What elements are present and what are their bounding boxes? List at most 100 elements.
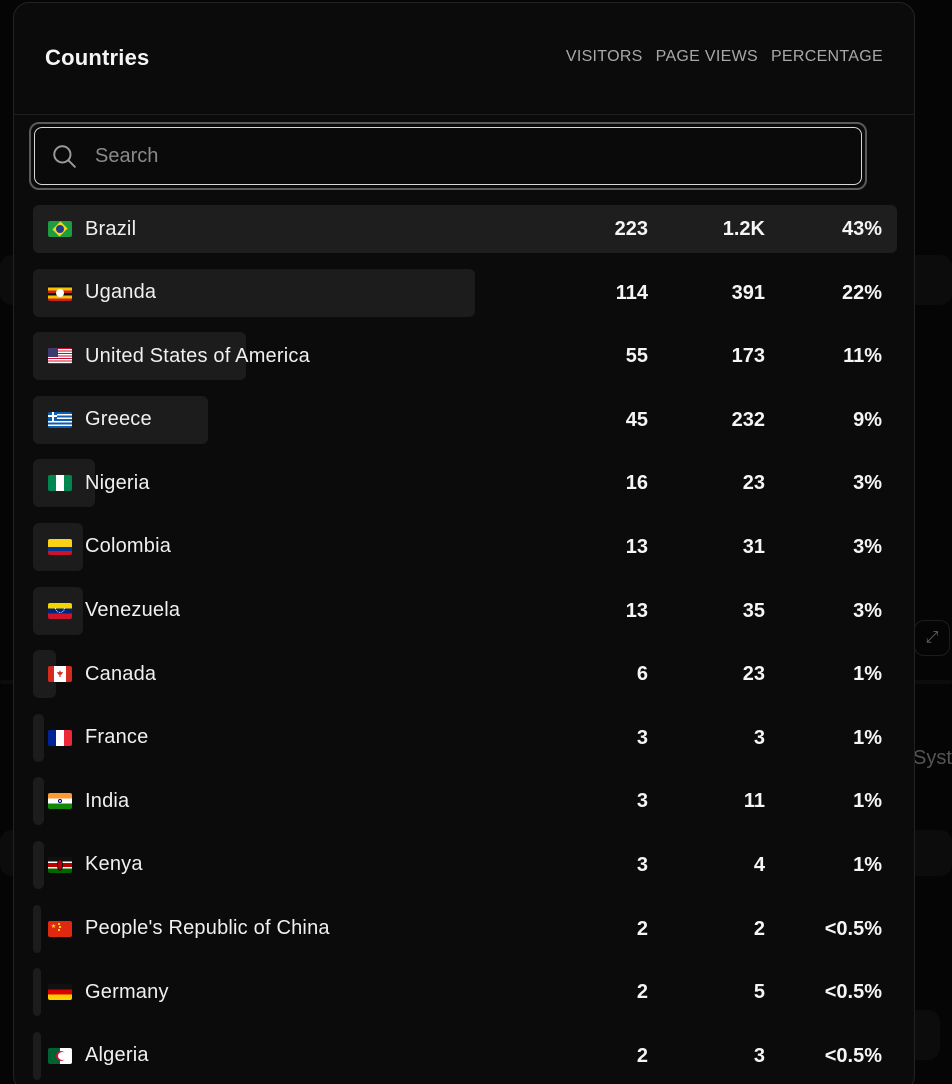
fr-flag-icon xyxy=(48,729,72,746)
row-content: Canada 6 23 1% xyxy=(33,650,897,698)
country-name: United States of America xyxy=(85,344,310,367)
visitors-value: 3 xyxy=(636,790,648,813)
column-header-visitors: VISITORS xyxy=(565,48,643,65)
modal-title: Countries xyxy=(45,45,150,70)
row-content: Kenya 3 4 1% xyxy=(33,841,897,889)
us-flag-icon xyxy=(48,348,72,365)
row-content: People's Republic of China 2 2 <0.5% xyxy=(33,905,897,953)
country-row[interactable]: Brazil 223 1.2K 43% xyxy=(33,205,897,269)
ve-flag-icon xyxy=(48,602,72,619)
page-views-value: 1.2K xyxy=(722,218,765,240)
percentage-value: 1% xyxy=(853,726,882,749)
country-row[interactable]: India 3 11 1% xyxy=(33,777,897,841)
country-name: Kenya xyxy=(85,853,143,876)
visitors-value: 223 xyxy=(614,218,648,240)
percentage-value: 1% xyxy=(853,663,882,686)
search-box[interactable] xyxy=(34,127,862,185)
percentage-value: 9% xyxy=(853,408,882,431)
country-name: Algeria xyxy=(85,1044,149,1067)
ca-flag-icon xyxy=(48,666,72,683)
countries-modal: Countries VISITORS PAGE VIEWS PERCENTAGE… xyxy=(13,2,915,1084)
row-content: Uganda 114 391 22% xyxy=(33,269,897,317)
co-flag-icon xyxy=(48,538,72,555)
row-content: Greece 45 232 9% xyxy=(33,396,897,444)
country-row[interactable]: United States of America 55 173 11% xyxy=(33,332,897,396)
country-name: Canada xyxy=(85,662,157,685)
country-row[interactable]: Canada 6 23 1% xyxy=(33,650,897,714)
country-row[interactable]: People's Republic of China 2 2 <0.5% xyxy=(33,904,897,969)
visitors-value: 3 xyxy=(636,726,648,749)
page-views-value: 31 xyxy=(742,535,765,558)
percentage-value: 43% xyxy=(841,218,882,240)
country-name: Nigeria xyxy=(85,471,150,494)
visitors-value: 6 xyxy=(636,663,648,686)
percentage-value: 22% xyxy=(841,281,882,304)
row-content: Germany 2 5 <0.5% xyxy=(33,968,897,1016)
page-views-value: 23 xyxy=(742,663,765,686)
country-row[interactable]: Nigeria 16 23 3% xyxy=(33,459,897,523)
modal-header: Countries VISITORS PAGE VIEWS PERCENTAGE xyxy=(14,3,914,115)
page-views-value: 232 xyxy=(731,408,765,431)
in-flag-icon xyxy=(48,793,72,810)
ng-flag-icon xyxy=(48,475,72,492)
visitors-value: 2 xyxy=(636,1044,648,1067)
ke-flag-icon xyxy=(48,856,72,873)
row-content: France 3 3 1% xyxy=(33,714,897,762)
percentage-value: <0.5% xyxy=(824,1044,882,1067)
percentage-value: 1% xyxy=(853,790,882,813)
country-row[interactable]: Algeria 2 3 <0.5% xyxy=(33,1031,897,1084)
page-views-value: 3 xyxy=(753,1044,765,1067)
page-views-value: 173 xyxy=(731,345,765,368)
percentage-value: 1% xyxy=(853,853,882,876)
column-header-percentage: PERCENTAGE xyxy=(770,48,883,65)
page-views-value: 3 xyxy=(753,726,765,749)
country-list: Brazil 223 1.2K 43% Uganda 114 391 22% United St… xyxy=(33,205,897,1084)
page-views-value: 11 xyxy=(743,790,765,813)
de-flag-icon xyxy=(48,984,72,1001)
visitors-value: 45 xyxy=(625,408,648,431)
visitors-value: 55 xyxy=(625,345,648,368)
percentage-value: <0.5% xyxy=(824,981,882,1004)
percentage-value: 3% xyxy=(853,535,882,558)
column-header-page-views: PAGE VIEWS xyxy=(655,48,758,65)
country-name: India xyxy=(85,789,130,812)
country-row[interactable]: Germany 2 5 <0.5% xyxy=(33,968,897,1032)
visitors-value: 3 xyxy=(636,853,648,876)
visitors-value: 13 xyxy=(625,535,648,558)
visitors-value: 114 xyxy=(615,281,648,304)
row-content: Algeria 2 3 <0.5% xyxy=(33,1032,897,1080)
row-content: Nigeria 16 23 3% xyxy=(33,459,897,507)
search-icon xyxy=(53,145,76,168)
search-input[interactable] xyxy=(95,144,795,168)
cn-flag-icon xyxy=(48,920,72,937)
br-flag-icon xyxy=(48,221,72,237)
country-row[interactable]: Greece 45 232 9% xyxy=(33,395,897,460)
visitors-value: 2 xyxy=(636,917,648,940)
percentage-value: 3% xyxy=(853,472,882,495)
page-views-value: 391 xyxy=(731,281,765,304)
row-content: United States of America 55 173 11% xyxy=(33,332,897,380)
page-views-value: 4 xyxy=(753,853,765,876)
row-content: Colombia 13 31 3% xyxy=(33,523,897,571)
country-row[interactable]: Kenya 3 4 1% xyxy=(33,840,897,905)
country-row[interactable]: Uganda 114 391 22% xyxy=(33,268,897,333)
expand-icon[interactable]: ⤢ xyxy=(914,620,950,656)
percentage-value: <0.5% xyxy=(824,917,882,940)
page-views-value: 5 xyxy=(753,981,765,1004)
country-name: People's Republic of China xyxy=(85,917,330,940)
country-name: Venezuela xyxy=(85,599,181,622)
country-name: Greece xyxy=(85,408,152,431)
page-views-value: 2 xyxy=(753,917,765,940)
country-name: France xyxy=(85,726,149,749)
country-name: Uganda xyxy=(85,281,157,304)
ug-flag-icon xyxy=(48,284,72,301)
column-headers: VISITORS PAGE VIEWS PERCENTAGE xyxy=(566,48,883,66)
country-row[interactable]: Venezuela 13 35 3% xyxy=(33,586,897,651)
country-name: Colombia xyxy=(85,535,172,558)
row-content: Brazil 223 1.2K 43% xyxy=(33,205,897,253)
visitors-value: 2 xyxy=(636,981,648,1004)
percentage-value: 3% xyxy=(853,599,882,622)
country-row[interactable]: Colombia 13 31 3% xyxy=(33,522,897,587)
page-views-value: 23 xyxy=(742,472,765,495)
country-row[interactable]: France 3 3 1% xyxy=(33,713,897,778)
